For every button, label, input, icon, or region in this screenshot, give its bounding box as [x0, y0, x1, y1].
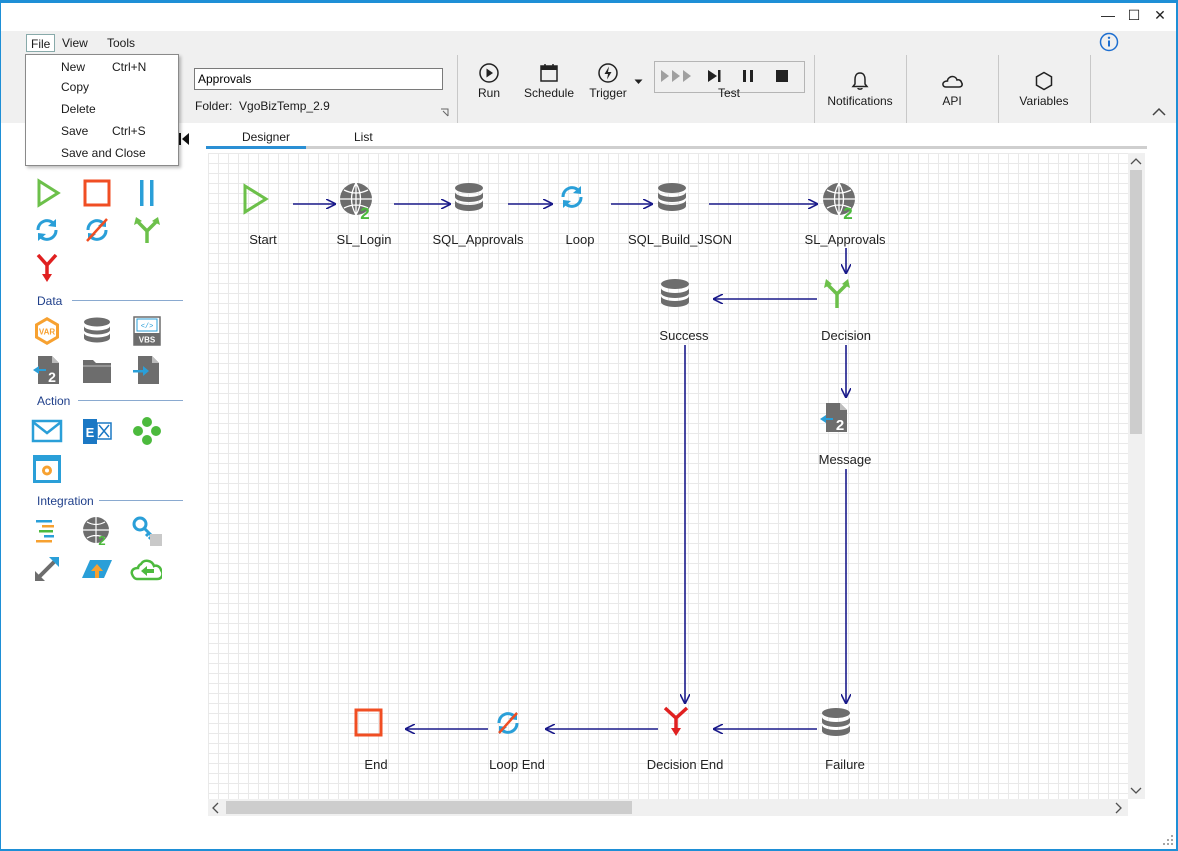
file-menu-dropdown: New Ctrl+N Copy Delete Save Ctrl+S Save … [25, 54, 179, 166]
node-failure-label: Failure [825, 757, 865, 772]
file-menu-copy[interactable]: Copy [61, 80, 89, 94]
node-sql-build-json-label: SQL_Build_JSON [627, 232, 733, 247]
file-menu-save[interactable]: Save [61, 124, 88, 138]
scroll-left-arrow-icon[interactable] [211, 802, 219, 814]
svg-text:2: 2 [836, 417, 844, 434]
svg-text:2: 2 [360, 204, 369, 222]
node-sl-approvals-icon[interactable]: 2 [820, 180, 862, 222]
resize-grip-icon[interactable] [1162, 834, 1174, 846]
scroll-right-arrow-icon[interactable] [1115, 802, 1123, 814]
scroll-up-arrow-icon[interactable] [1130, 157, 1142, 165]
node-decision-icon[interactable] [820, 276, 854, 310]
node-loop-end-label: Loop End [489, 757, 545, 772]
node-loop-icon[interactable] [555, 180, 589, 214]
node-start-label: Start [249, 232, 277, 247]
node-failure-icon[interactable] [819, 706, 853, 742]
node-success-label: Success [659, 328, 709, 343]
node-decision-label: Decision [821, 328, 871, 343]
node-decision-end-icon[interactable] [660, 705, 692, 739]
svg-text:2: 2 [843, 204, 852, 222]
node-sql-approvals-icon[interactable] [452, 181, 486, 217]
node-message-icon[interactable]: 2 [818, 400, 852, 436]
node-success-icon[interactable] [658, 277, 692, 313]
node-end-icon[interactable] [352, 706, 386, 740]
node-start-icon[interactable] [236, 181, 276, 221]
file-menu-new[interactable]: New [61, 60, 85, 74]
file-menu-save-and-close[interactable]: Save and Close [61, 146, 146, 160]
node-end-label: End [364, 757, 388, 772]
file-menu-delete[interactable]: Delete [61, 102, 96, 116]
file-menu-new-shortcut: Ctrl+N [112, 60, 147, 74]
node-sl-login-icon[interactable]: 2 [337, 180, 379, 222]
node-loop-label: Loop [565, 232, 595, 247]
file-menu-save-shortcut: Ctrl+S [112, 124, 146, 138]
node-sql-build-json-icon[interactable] [655, 181, 689, 217]
scroll-down-arrow-icon[interactable] [1130, 787, 1142, 795]
node-message-label: Message [818, 452, 872, 467]
vertical-scroll-thumb[interactable] [1130, 170, 1142, 434]
node-sql-approvals-label: SQL_Approvals [432, 232, 524, 247]
horizontal-scroll-thumb[interactable] [226, 801, 632, 814]
node-sl-approvals-label: SL_Approvals [804, 232, 886, 247]
node-loop-end-icon[interactable] [491, 706, 525, 740]
node-decision-end-label: Decision End [646, 757, 724, 772]
node-sl-login-label: SL_Login [336, 232, 392, 247]
